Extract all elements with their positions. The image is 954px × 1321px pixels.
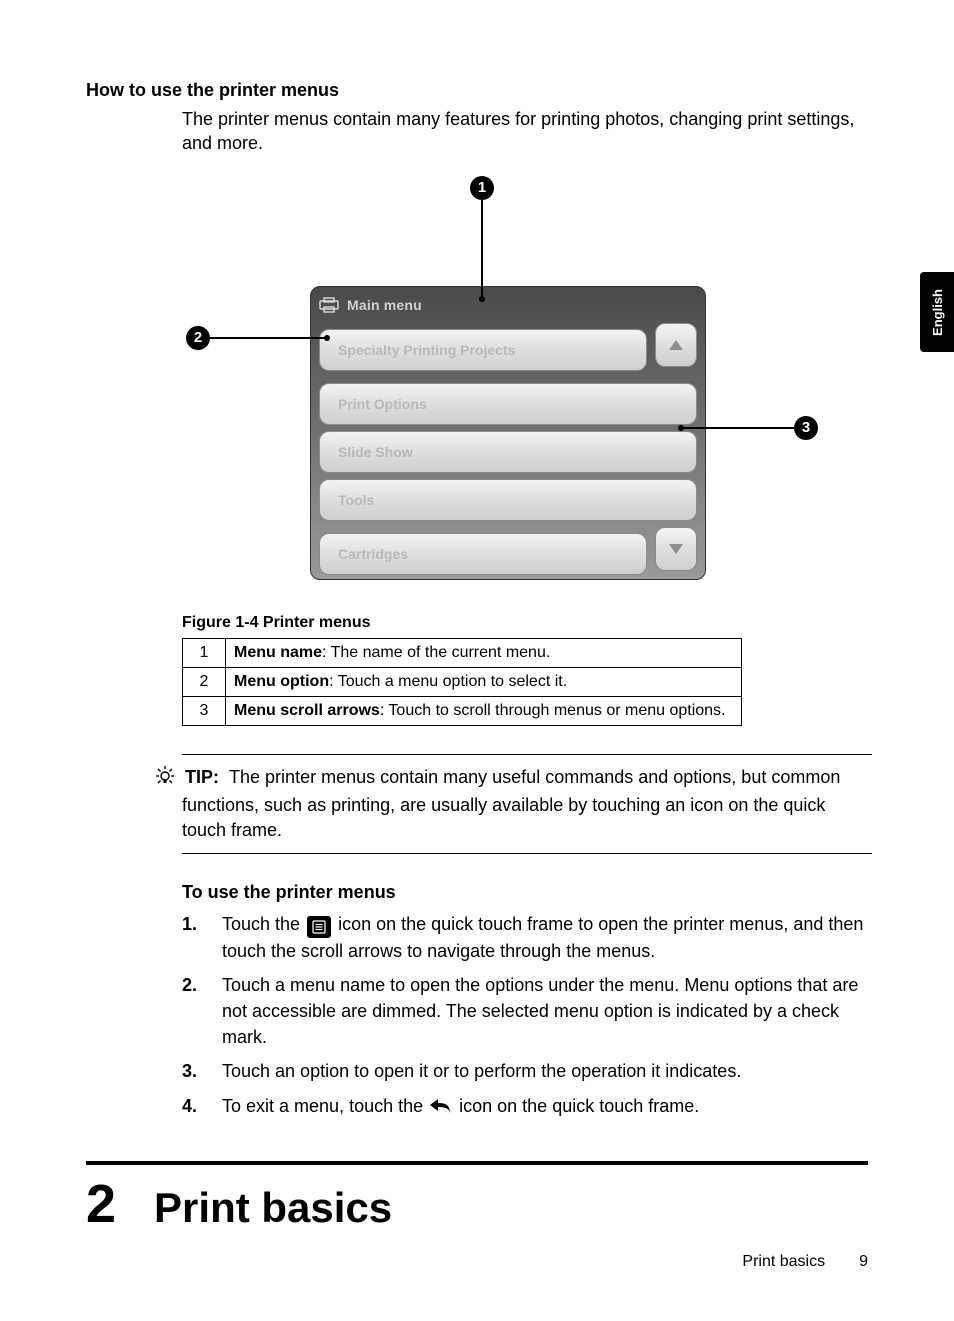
section-heading: How to use the printer menus xyxy=(86,80,868,101)
menu-option[interactable]: Print Options xyxy=(319,383,697,425)
printer-icon xyxy=(319,297,339,313)
page-footer: Print basics 9 xyxy=(742,1253,868,1271)
printer-screen: Main menu Specialty Printing Projects Pr… xyxy=(310,286,706,580)
list-item: 3. Touch an option to open it or to perf… xyxy=(182,1058,868,1084)
menu-option[interactable]: Cartridges xyxy=(319,533,647,575)
leader-dot xyxy=(678,425,684,431)
procedure-heading: To use the printer menus xyxy=(182,882,868,903)
step-number: 1. xyxy=(182,911,204,964)
tip-icon xyxy=(154,765,176,794)
legend-text: Menu name: The name of the current menu. xyxy=(226,638,742,667)
tip-block: TIP: The printer menus contain many usef… xyxy=(182,754,872,854)
leader-line xyxy=(210,337,326,339)
legend-number: 2 xyxy=(183,667,226,696)
step-number: 2. xyxy=(182,972,204,1050)
step-text: Touch a menu name to open the options un… xyxy=(222,972,868,1050)
table-row: 2 Menu option: Touch a menu option to se… xyxy=(183,667,742,696)
menu-option[interactable]: Tools xyxy=(319,479,697,521)
language-tab: English xyxy=(920,272,954,352)
triangle-up-icon xyxy=(668,339,684,351)
leader-dot xyxy=(324,335,330,341)
legend-number: 3 xyxy=(183,696,226,725)
step-text: To exit a menu, touch the icon on the qu… xyxy=(222,1093,868,1123)
list-item: 4. To exit a menu, touch the icon on the… xyxy=(182,1093,868,1123)
step-number: 4. xyxy=(182,1093,204,1123)
chapter-number: 2 xyxy=(86,1173,116,1235)
tip-label: TIP: xyxy=(185,767,219,787)
callout-2: 2 xyxy=(186,326,210,350)
leader-line xyxy=(481,200,483,298)
step-number: 3. xyxy=(182,1058,204,1084)
legend-table: 1 Menu name: The name of the current men… xyxy=(182,638,742,726)
step-text: Touch an option to open it or to perform… xyxy=(222,1058,868,1084)
tip-text: The printer menus contain many useful co… xyxy=(182,767,840,841)
triangle-down-icon xyxy=(668,543,684,555)
intro-paragraph: The printer menus contain many features … xyxy=(182,107,868,156)
table-row: 3 Menu scroll arrows: Touch to scroll th… xyxy=(183,696,742,725)
callout-3: 3 xyxy=(794,416,818,440)
menu-icon xyxy=(307,916,331,938)
legend-number: 1 xyxy=(183,638,226,667)
legend-text: Menu scroll arrows: Touch to scroll thro… xyxy=(226,696,742,725)
legend-text: Menu option: Touch a menu option to sele… xyxy=(226,667,742,696)
leader-line xyxy=(682,427,794,429)
menu-option[interactable]: Slide Show xyxy=(319,431,697,473)
chapter-title: Print basics xyxy=(154,1184,392,1232)
leader-dot xyxy=(479,296,485,302)
menu-option[interactable]: Specialty Printing Projects xyxy=(319,329,647,371)
list-item: 1. Touch the icon on the quick touch fra… xyxy=(182,911,868,964)
chapter-heading: 2 Print basics xyxy=(86,1173,868,1235)
list-item: 2. Touch a menu name to open the options… xyxy=(182,972,868,1050)
scroll-down-button[interactable] xyxy=(655,527,697,571)
figure-printer-menus: 1 2 3 Main menu xyxy=(182,176,822,596)
footer-page-number: 9 xyxy=(859,1253,868,1271)
figure-caption: Figure 1-4 Printer menus xyxy=(182,614,868,632)
steps-list: 1. Touch the icon on the quick touch fra… xyxy=(182,911,868,1123)
language-tab-label: English xyxy=(930,289,945,336)
screen-title: Main menu xyxy=(347,297,422,313)
table-row: 1 Menu name: The name of the current men… xyxy=(183,638,742,667)
back-icon xyxy=(428,1096,454,1123)
callout-1: 1 xyxy=(470,176,494,200)
chapter-rule xyxy=(86,1161,868,1165)
step-text: Touch the icon on the quick touch frame … xyxy=(222,911,868,964)
footer-section: Print basics xyxy=(742,1253,825,1271)
scroll-up-button[interactable] xyxy=(655,323,697,367)
